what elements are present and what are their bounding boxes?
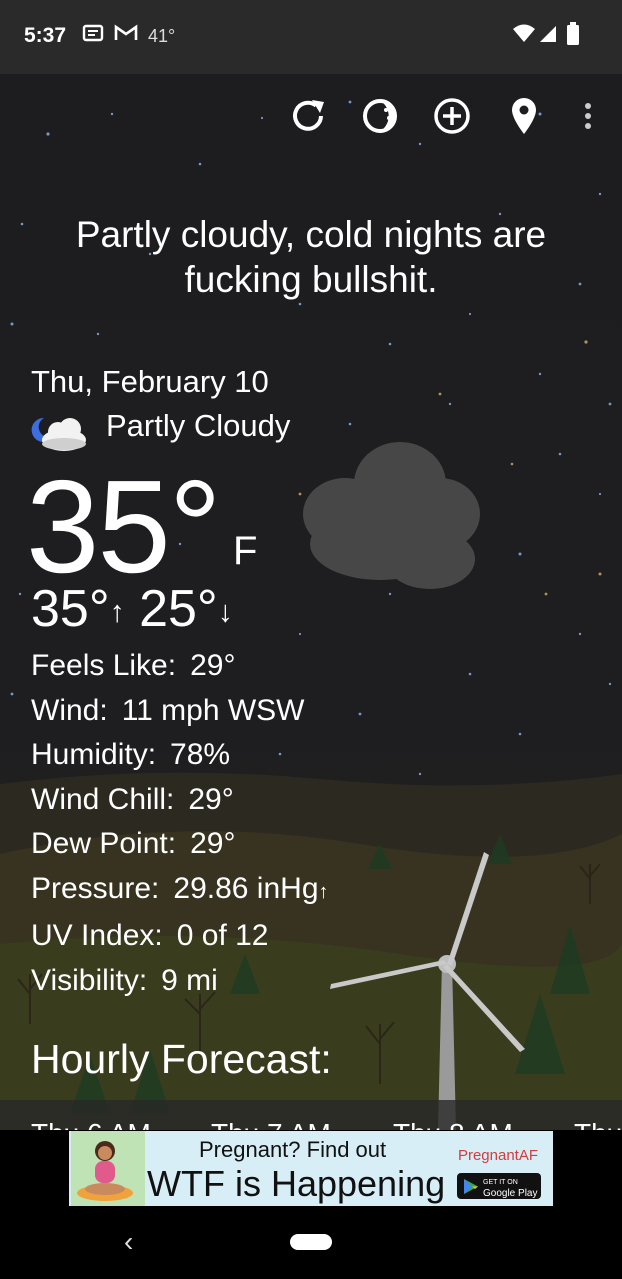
weather-details: Feels Like: 29° Wind: 11 mph WSW Humidity:… bbox=[31, 644, 329, 1003]
detail-row-dew-point: Dew Point: 29° bbox=[31, 822, 329, 867]
detail-label: UV Index: bbox=[31, 919, 163, 952]
ad-banner[interactable]: Pregnant? Find out WTF is Happening Preg… bbox=[69, 1131, 553, 1206]
status-time: 5:37 bbox=[24, 24, 67, 47]
hourly-forecast-strip[interactable]: Thu 6 AM Thu 7 AM Thu 8 AM Thu bbox=[0, 1100, 622, 1130]
detail-label: Pressure: bbox=[31, 871, 160, 905]
ad-brand: PregnantAF bbox=[457, 1147, 538, 1164]
ad-line-1: Pregnant? Find out bbox=[199, 1137, 387, 1162]
detail-value: 0 of 12 bbox=[176, 919, 269, 952]
high-low-temperature: 35°↑ 25°↓ bbox=[31, 579, 233, 642]
news-icon bbox=[82, 22, 104, 49]
status-bar: 5:37 41° bbox=[0, 0, 622, 74]
meditating-woman-illustration bbox=[71, 1131, 145, 1206]
detail-label: Visibility: bbox=[31, 963, 148, 997]
detail-row-visibility: Visibility: 9 mi bbox=[31, 959, 329, 1004]
current-date: Thu, February 10 bbox=[31, 364, 269, 399]
gmail-icon bbox=[113, 22, 139, 49]
ad-area: Pregnant? Find out WTF is Happening Preg… bbox=[0, 1130, 622, 1208]
detail-row-feels-like: Feels Like: 29° bbox=[31, 644, 329, 689]
more-options-button[interactable] bbox=[566, 96, 610, 140]
status-temperature: 41° bbox=[148, 26, 176, 46]
hourly-item[interactable]: Thu 8 AM bbox=[393, 1118, 513, 1130]
detail-value: 29.86 inHg bbox=[173, 871, 319, 905]
low-temperature: 25° bbox=[139, 580, 218, 638]
current-condition: Partly Cloudy bbox=[106, 408, 291, 443]
detail-row-wind-chill: Wind Chill: 29° bbox=[31, 778, 329, 823]
location-button[interactable] bbox=[502, 96, 546, 140]
weather-headline: Partly cloudy, cold nights are fucking b… bbox=[75, 214, 547, 300]
detail-value: 29° bbox=[188, 782, 234, 816]
moon-phase-button[interactable] bbox=[358, 96, 402, 140]
store-name: Google Play bbox=[483, 1188, 538, 1199]
arrow-down-icon: ↓ bbox=[217, 595, 233, 629]
detail-row-pressure: Pressure: 29.86 inHg↑ bbox=[31, 867, 329, 915]
detail-value: 29° bbox=[190, 827, 236, 860]
refresh-icon bbox=[288, 96, 328, 141]
store-label: GET IT ON bbox=[483, 1179, 518, 1186]
google-play-text: GET IT ON Google Play bbox=[483, 1176, 537, 1199]
detail-label: Wind: bbox=[31, 693, 108, 727]
temperature-unit: F bbox=[233, 529, 258, 573]
system-nav-bar: ‹ bbox=[0, 1208, 622, 1279]
moon-phase-icon bbox=[360, 96, 400, 141]
hourly-item[interactable]: Thu 7 AM bbox=[211, 1118, 331, 1130]
detail-label: Wind Chill: bbox=[31, 782, 175, 816]
hourly-forecast-title: Hourly Forecast: bbox=[31, 1036, 332, 1082]
detail-value: 11 mph WSW bbox=[121, 693, 305, 727]
high-temperature: 35° bbox=[31, 580, 110, 638]
arrow-up-icon: ↑ bbox=[109, 595, 125, 629]
hourly-item[interactable]: Thu bbox=[574, 1118, 622, 1130]
detail-label: Feels Like: bbox=[31, 649, 177, 682]
detail-value: 9 mi bbox=[161, 963, 218, 997]
pressure-rising-icon: ↑ bbox=[318, 880, 329, 903]
hourly-item[interactable]: Thu 6 AM bbox=[31, 1118, 151, 1130]
location-pin-icon bbox=[509, 96, 539, 141]
signal-icon bbox=[538, 22, 558, 49]
battery-icon bbox=[566, 22, 580, 51]
google-play-badge[interactable]: GET IT ON Google Play bbox=[457, 1173, 541, 1199]
home-button[interactable] bbox=[290, 1234, 332, 1250]
detail-value: 78% bbox=[170, 738, 231, 771]
add-location-button[interactable] bbox=[430, 96, 474, 140]
weather-screen: Partly cloudy, cold nights are fucking b… bbox=[0, 74, 622, 1130]
wifi-icon bbox=[512, 22, 536, 49]
refresh-button[interactable] bbox=[286, 96, 330, 140]
back-button[interactable]: ‹ bbox=[124, 1226, 133, 1258]
add-location-icon bbox=[432, 96, 472, 141]
detail-label: Humidity: bbox=[31, 738, 157, 771]
detail-row-wind: Wind: 11 mph WSW bbox=[31, 689, 329, 734]
detail-label: Dew Point: bbox=[31, 827, 177, 860]
ad-line-2: WTF is Happening bbox=[147, 1163, 446, 1204]
detail-row-humidity: Humidity: 78% bbox=[31, 733, 329, 778]
detail-row-uv-index: UV Index: 0 of 12 bbox=[31, 914, 329, 959]
detail-value: 29° bbox=[190, 649, 236, 682]
google-play-icon bbox=[463, 1178, 479, 1198]
more-vert-icon bbox=[582, 101, 594, 136]
